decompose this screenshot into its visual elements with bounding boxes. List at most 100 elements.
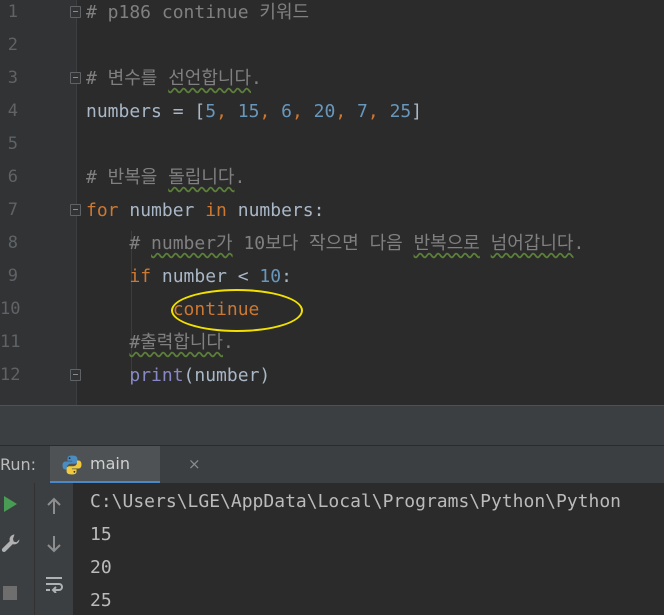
code-line[interactable]: 4 numbers = [5, 15, 6, 20, 7, 25] (0, 95, 664, 128)
code-line[interactable]: 6 # 반복을 돌립니다. (0, 161, 664, 194)
stop-icon[interactable] (0, 583, 20, 603)
code-line[interactable]: 7 for number in numbers: (0, 194, 664, 227)
code-text: # p186 continue 키워드 (86, 0, 309, 29)
code-token: : (281, 266, 292, 287)
code-line[interactable]: 11 #출력합니다. (0, 326, 664, 359)
line-number: 5 (7, 134, 18, 154)
code-token: # (86, 233, 152, 254)
code-token: in (205, 200, 227, 221)
console-output-line: 25 (90, 590, 112, 611)
code-text: # 변수를 선언합니다. (86, 62, 262, 95)
console-toolbar (34, 483, 73, 615)
code-token: 25 (389, 101, 412, 122)
code-token: 넘어갑니다 (490, 233, 574, 254)
line-number: 3 (7, 68, 18, 88)
code-text: print(number) (86, 359, 270, 392)
line-number: 12 (0, 365, 21, 385)
run-label: Run: (0, 455, 37, 474)
line-number: 7 (7, 200, 18, 220)
code-token: number가 (151, 233, 233, 254)
code-text: numbers = [5, 15, 6, 20, 7, 25] (86, 95, 422, 128)
play-icon[interactable] (0, 493, 20, 515)
arrow-down-icon[interactable] (43, 533, 65, 555)
console-command-line: C:\Users\LGE\AppData\Local\Programs\Pyth… (90, 491, 622, 512)
line-number: 1 (7, 2, 18, 22)
code-token: ] (411, 101, 423, 122)
code-editor[interactable]: 1 # p186 continue 키워드 2 3 # 변수를 선언합니다. 4 numbe… (0, 0, 664, 405)
code-token: , (367, 101, 390, 122)
code-text: # 반복을 돌립니다. (86, 161, 245, 194)
code-token: . (223, 332, 234, 353)
code-token: 10 (259, 266, 282, 287)
code-token: print (129, 365, 184, 386)
code-token: 10보다 작으면 다음 (232, 233, 414, 254)
run-console[interactable]: C:\Users\LGE\AppData\Local\Programs\Pyth… (0, 483, 664, 615)
code-token: numbers = [ (86, 101, 206, 122)
code-token: . (573, 233, 585, 254)
run-tool-window-header: Run: main × (0, 445, 664, 484)
code-text: #출력합니다. (86, 326, 234, 359)
code-token: number (118, 200, 206, 221)
arrow-up-icon[interactable] (43, 495, 65, 517)
code-token: , (259, 101, 282, 122)
code-token: for (86, 200, 119, 221)
fold-marker-icon[interactable] (70, 204, 81, 216)
code-token: 반복으로 (413, 233, 480, 254)
code-token: 돌립니다 (168, 167, 235, 188)
code-line[interactable]: 10 continue (0, 293, 664, 326)
console-output-line: 20 (90, 557, 112, 578)
code-token: , (291, 101, 314, 122)
code-token: #출력합니다 (129, 332, 223, 353)
run-actions-toolbar (0, 483, 34, 615)
continue-highlight-circle (171, 289, 303, 332)
code-token: 6 (281, 101, 292, 122)
code-line[interactable]: 3 # 변수를 선언합니다. (0, 62, 664, 95)
code-token: (number) (183, 365, 271, 386)
run-tab-label: main (90, 454, 130, 473)
code-line[interactable]: 1 # p186 continue 키워드 (0, 0, 664, 29)
line-number: 10 (0, 299, 21, 319)
code-token: # 반복을 (86, 167, 169, 188)
line-number: 2 (7, 35, 18, 55)
code-token: , (335, 101, 358, 122)
code-line[interactable]: 8 # number가 10보다 작으면 다음 반복으로 넘어갑니다. (0, 227, 664, 260)
code-token: . (234, 167, 246, 188)
console-output-line: 15 (90, 524, 112, 545)
code-text: # number가 10보다 작으면 다음 반복으로 넘어갑니다. (86, 227, 584, 260)
close-icon[interactable]: × (188, 446, 201, 482)
wrench-icon[interactable] (0, 532, 22, 554)
code-token: if (129, 266, 152, 287)
code-token: number < (151, 266, 260, 287)
line-number: 9 (7, 266, 18, 286)
code-line[interactable]: 2 (0, 29, 664, 62)
code-line[interactable]: 5 (0, 128, 664, 161)
run-tab-main[interactable]: main × (50, 446, 201, 484)
code-token: numbers: (226, 200, 325, 221)
line-number: 4 (7, 101, 18, 121)
line-number: 8 (7, 233, 18, 253)
code-line[interactable]: 9 if number < 10: (0, 260, 664, 293)
code-token: , (216, 101, 238, 122)
code-text: for number in numbers: (86, 194, 324, 227)
code-line[interactable]: 12 print(number) (0, 359, 664, 392)
fold-marker-icon[interactable] (70, 72, 81, 84)
code-token: # 변수를 (86, 68, 169, 89)
code-token: 선언합니다 (168, 68, 252, 89)
fold-marker-icon[interactable] (70, 6, 81, 18)
panel-splitter[interactable] (0, 405, 664, 446)
python-icon (62, 455, 82, 475)
code-token: . (251, 68, 262, 89)
code-token: 7 (357, 101, 368, 122)
soft-wrap-icon[interactable] (43, 573, 65, 595)
fold-marker-icon[interactable] (70, 369, 81, 381)
code-line-partial (0, 392, 664, 404)
code-token: 15 (237, 101, 260, 122)
code-token: 5 (205, 101, 217, 122)
code-token: 20 (313, 101, 336, 122)
code-text: if number < 10: (86, 260, 292, 293)
